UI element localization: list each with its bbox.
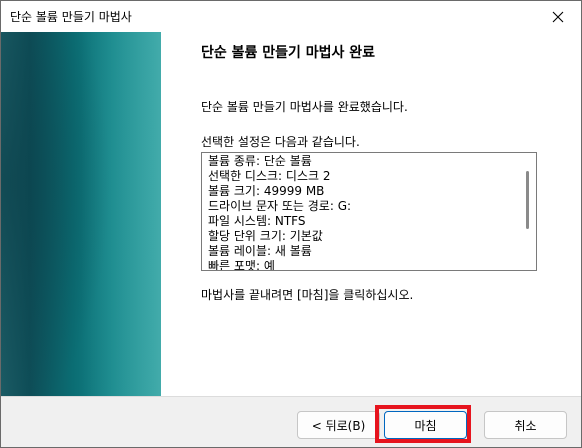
wizard-window: 단순 볼륨 만들기 마법사 단순 볼륨 만들기 마법사 완료 단순 볼륨 만들기… <box>0 0 582 448</box>
completion-text: 단순 볼륨 만들기 마법사를 완료했습니다. <box>201 100 408 114</box>
settings-list: 볼륨 종류: 단순 볼륨 선택한 디스크: 디스크 2 볼륨 크기: 49999… <box>208 154 518 271</box>
settings-line: 파일 시스템: NTFS <box>208 214 306 228</box>
title-bar: 단순 볼륨 만들기 마법사 <box>1 1 581 32</box>
settings-line: 드라이브 문자 또는 경로: G: <box>208 199 352 213</box>
settings-line: 볼륨 크기: 49999 MB <box>208 184 325 198</box>
window-title: 단순 볼륨 만들기 마법사 <box>10 10 132 24</box>
settings-line: 볼륨 종류: 단순 볼륨 <box>208 154 312 168</box>
finish-instruction: 마법사를 끝내려면 [마침]을 클릭하십시오. <box>201 288 414 302</box>
settings-line: 빠른 포맷: 예 <box>208 259 275 271</box>
close-button[interactable] <box>535 1 581 32</box>
back-button[interactable]: < 뒤로(B) <box>297 411 380 439</box>
settings-line: 할당 단위 크기: 기본값 <box>208 229 323 243</box>
settings-line: 선택한 디스크: 디스크 2 <box>208 169 331 183</box>
button-bar: < 뒤로(B) 마침 취소 <box>1 396 581 447</box>
finish-button[interactable]: 마침 <box>384 411 467 439</box>
scrollbar-thumb[interactable] <box>526 171 529 229</box>
settings-label: 선택한 설정은 다음과 같습니다. <box>201 135 360 149</box>
cancel-button[interactable]: 취소 <box>484 411 567 439</box>
wizard-content: 단순 볼륨 만들기 마법사 완료 단순 볼륨 만들기 마법사를 완료했습니다. … <box>161 32 581 396</box>
close-icon <box>552 11 564 22</box>
wizard-sidebar-banner <box>1 32 161 396</box>
settings-summary-box[interactable]: 볼륨 종류: 단순 볼륨 선택한 디스크: 디스크 2 볼륨 크기: 49999… <box>201 152 537 271</box>
page-title: 단순 볼륨 만들기 마법사 완료 <box>201 45 376 61</box>
settings-line: 볼륨 레이블: 새 볼륨 <box>208 244 312 258</box>
sidebar-sheen <box>81 32 161 396</box>
